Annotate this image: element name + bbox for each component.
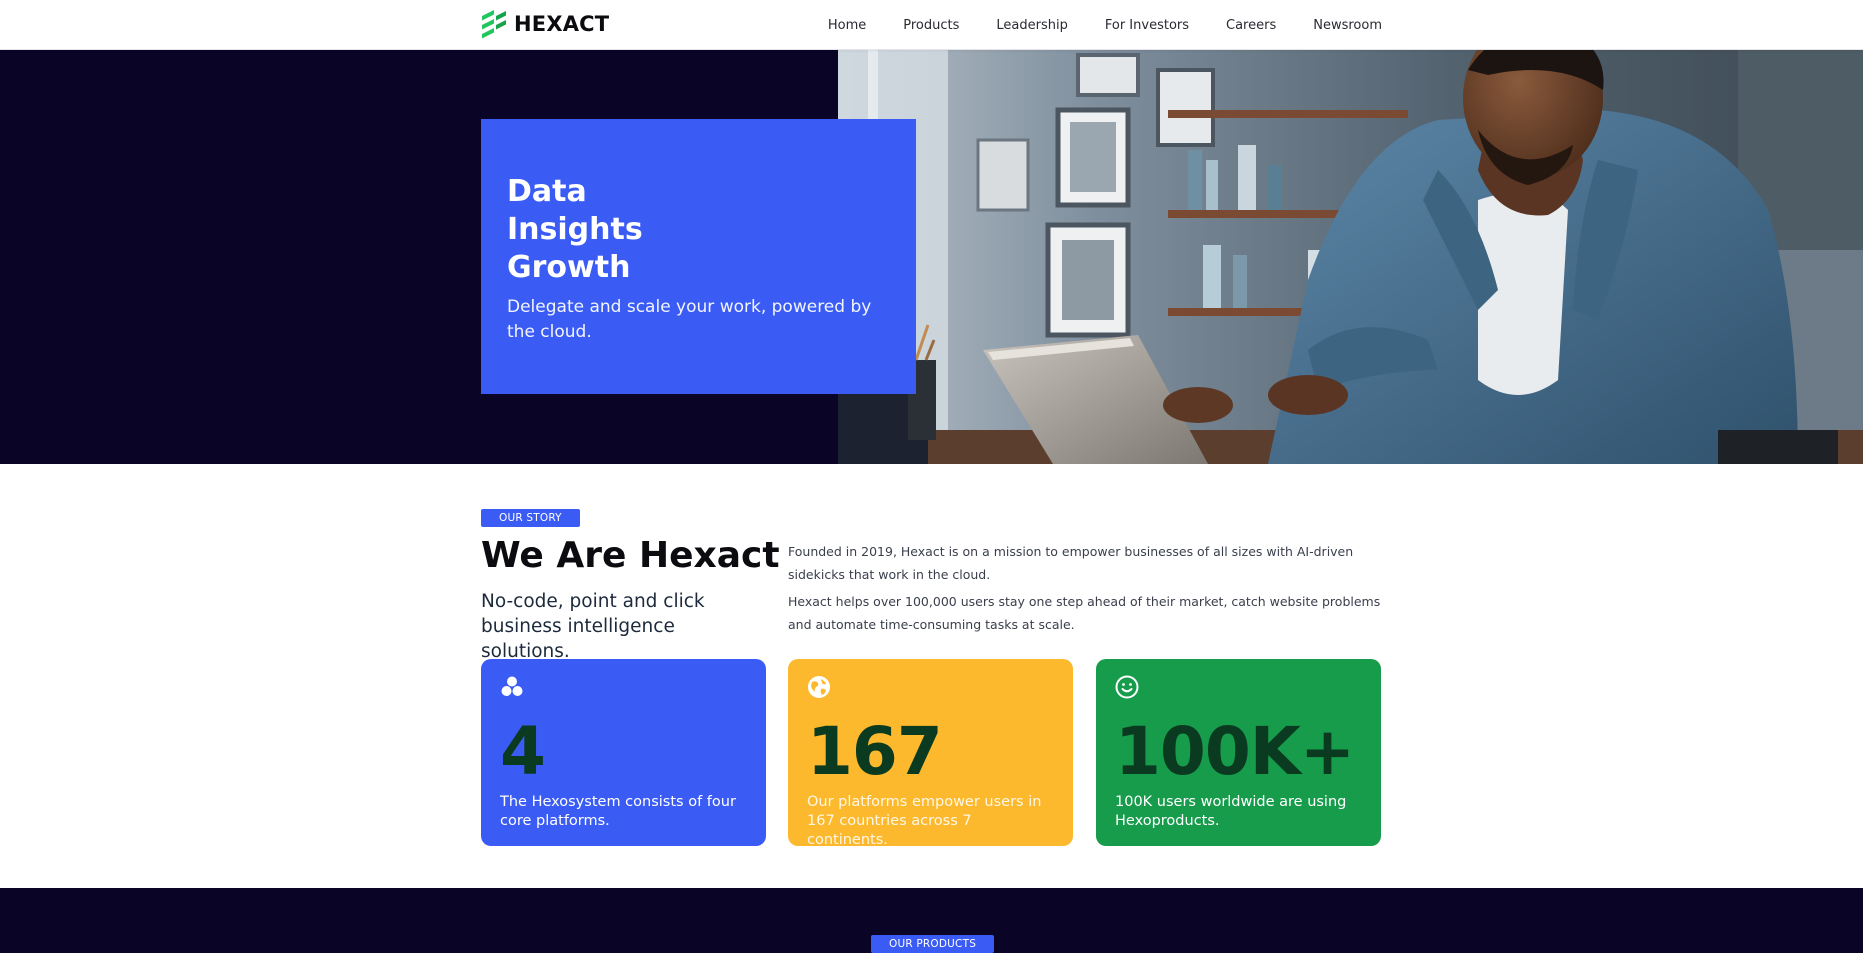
- hero-title-line-3: Growth: [507, 250, 631, 285]
- hero-section: Data Insights Growth Delegate and scale …: [0, 50, 1863, 464]
- stat-card-countries: 167 Our platforms empower users in 167 c…: [788, 659, 1073, 848]
- stat-value-countries: 167: [807, 713, 943, 790]
- story-paragraphs: Founded in 2019, Hexact is on a mission …: [788, 540, 1383, 640]
- stat-card-platforms: 4 The Hexosystem consists of four core p…: [481, 659, 766, 846]
- nav-products[interactable]: Products: [903, 18, 959, 33]
- smiley-icon: [1115, 675, 1139, 699]
- nav-home[interactable]: Home: [828, 18, 866, 33]
- story-paragraph-1: Founded in 2019, Hexact is on a mission …: [788, 544, 1354, 582]
- stat-card-users: 100K+ 100K users worldwide are using Hex…: [1096, 659, 1381, 846]
- stat-desc-platforms: The Hexosystem consists of four core pla…: [500, 794, 736, 829]
- our-story-badge: OUR STORY: [481, 509, 580, 527]
- main-nav: Home Products Leadership For Investors C…: [791, 0, 1382, 50]
- stat-desc-countries: Our platforms empower users in 167 count…: [807, 794, 1042, 848]
- hero-subtitle: Delegate and scale your work, powered by…: [507, 297, 872, 342]
- story-subtitle: No-code, point and click business intell…: [481, 591, 705, 662]
- logo-text: HEXACT: [514, 12, 610, 36]
- stat-value-platforms: 4: [500, 713, 546, 790]
- hero-title: Data Insights Growth: [507, 173, 890, 287]
- hero-photo: [838, 50, 1863, 464]
- products-section: OUR PRODUCTS: [0, 888, 1863, 953]
- globe-icon: [808, 676, 830, 698]
- stat-value-users: 100K+: [1115, 713, 1355, 790]
- hero-title-line-1: Data: [507, 174, 587, 209]
- logo[interactable]: HEXACT: [480, 9, 609, 39]
- story-paragraph-2: Hexact helps over 100,000 users stay one…: [788, 594, 1381, 632]
- stat-desc-users: 100K users worldwide are using Hexoprodu…: [1115, 794, 1347, 829]
- hexagon-cluster-icon: [501, 676, 523, 696]
- our-products-badge: OUR PRODUCTS: [871, 935, 995, 953]
- hexact-logo-icon: [482, 10, 506, 39]
- nav-newsroom[interactable]: Newsroom: [1313, 18, 1382, 33]
- hero-card: Data Insights Growth Delegate and scale …: [481, 119, 916, 394]
- person-at-laptop-photo-icon: [838, 50, 1863, 464]
- story-title: We Are Hexact: [481, 535, 780, 576]
- nav-leadership[interactable]: Leadership: [996, 18, 1067, 33]
- hero-title-line-2: Insights: [507, 212, 643, 247]
- site-header: HEXACT Home Products Leadership For Inve…: [0, 0, 1863, 50]
- nav-careers[interactable]: Careers: [1226, 18, 1276, 33]
- nav-for-investors[interactable]: For Investors: [1105, 18, 1189, 33]
